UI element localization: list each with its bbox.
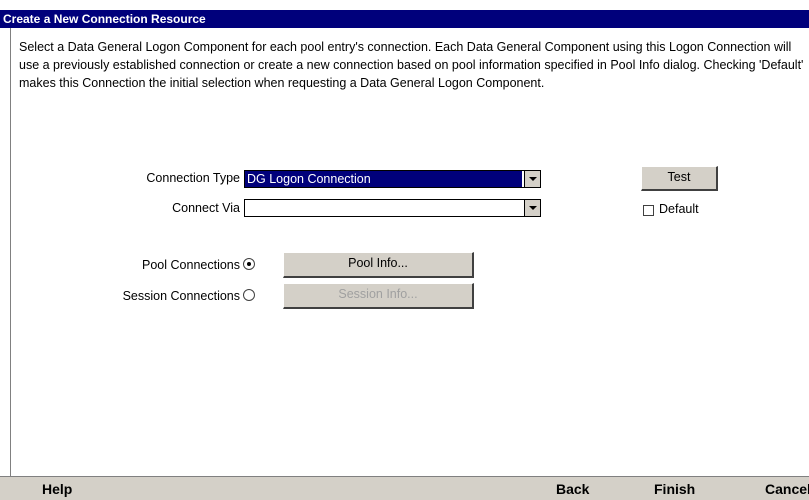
window-title: Create a New Connection Resource [3,12,206,26]
connection-type-value: DG Logon Connection [245,171,522,187]
radio-selected-dot [247,262,251,266]
pool-connections-label: Pool Connections [142,258,240,272]
chevron-down-icon[interactable] [524,171,540,187]
session-connections-radio[interactable] [243,289,255,301]
pool-connections-radio[interactable] [243,258,255,270]
session-info-button: Session Info... [283,283,474,309]
connect-via-value [245,200,522,216]
test-button[interactable]: Test [641,166,718,191]
default-checkbox[interactable] [643,205,654,216]
connect-via-label: Connect Via [172,201,240,215]
back-button[interactable]: Back [556,481,589,497]
wizard-footer: Help Back Finish Cancel [0,476,809,500]
finish-button[interactable]: Finish [654,481,695,497]
chevron-down-icon[interactable] [524,200,540,216]
help-button[interactable]: Help [42,481,72,497]
cancel-button[interactable]: Cancel [765,481,809,497]
pool-info-button[interactable]: Pool Info... [283,252,474,278]
default-label: Default [659,202,699,216]
session-connections-label: Session Connections [122,289,240,303]
description-text: Select a Data General Logon Component fo… [19,40,804,90]
connection-type-select[interactable]: DG Logon Connection [244,170,541,188]
window-title-bar: Create a New Connection Resource [0,10,809,28]
connection-type-label: Connection Type [146,171,240,185]
connect-via-select[interactable] [244,199,541,217]
